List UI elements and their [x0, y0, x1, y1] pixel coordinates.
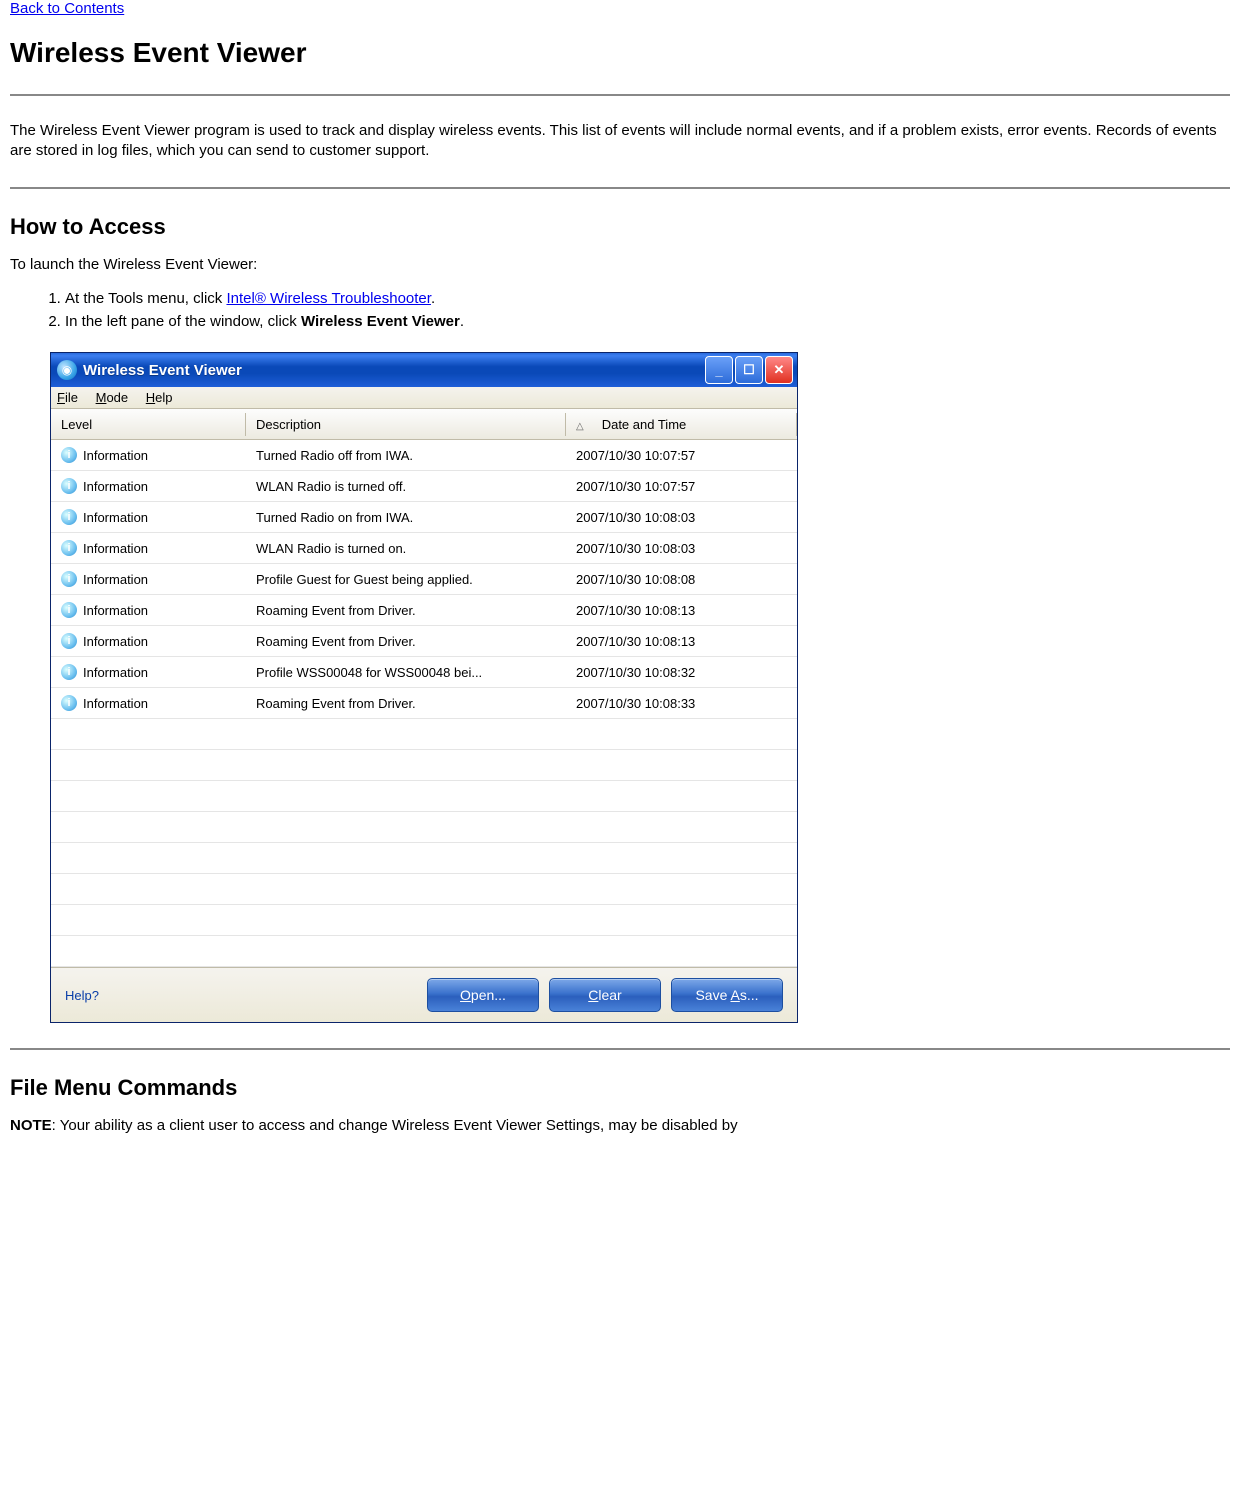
cell-description: Turned Radio on from IWA. [246, 510, 566, 525]
step-item: At the Tools menu, click Intel® Wireless… [65, 289, 1230, 309]
clear-button[interactable]: Clear [549, 978, 661, 1012]
table-row-empty [51, 781, 797, 812]
table-row-empty [51, 812, 797, 843]
info-icon: i [61, 447, 77, 463]
table-row-empty [51, 936, 797, 967]
maximize-button[interactable]: ☐ [735, 356, 763, 384]
note-text: : Your ability as a client user to acces… [52, 1117, 738, 1134]
table-row[interactable]: i Information Roaming Event from Driver.20… [51, 626, 797, 657]
divider [10, 1048, 1230, 1050]
divider [10, 94, 1230, 96]
cell-date: 2007/10/30 10:08:32 [566, 665, 797, 680]
info-icon: i [61, 664, 77, 680]
menubar: File Mode Help [51, 387, 797, 409]
table-row[interactable]: i Information Roaming Event from Driver.20… [51, 595, 797, 626]
cell-description: Profile Guest for Guest being applied. [246, 572, 566, 587]
cell-date: 2007/10/30 10:08:13 [566, 634, 797, 649]
event-viewer-window: ◉ Wireless Event Viewer _ ☐ ✕ File Mode … [50, 352, 798, 1023]
info-icon: i [61, 509, 77, 525]
col-level[interactable]: Level [51, 413, 246, 436]
cell-level: Information [83, 541, 148, 556]
col-date-label: Date and Time [602, 417, 687, 432]
window-footer: Help? Open... Clear Save As... [51, 967, 797, 1022]
saveas-button[interactable]: Save As... [671, 978, 783, 1012]
troubleshooter-link[interactable]: Intel® Wireless Troubleshooter [226, 290, 430, 307]
cell-description: Roaming Event from Driver. [246, 696, 566, 711]
help-link[interactable]: Help? [65, 988, 99, 1003]
app-icon: ◉ [57, 360, 77, 380]
cell-level: Information [83, 572, 148, 587]
cell-description: WLAN Radio is turned on. [246, 541, 566, 556]
back-to-contents-link[interactable]: Back to Contents [10, 0, 124, 17]
minimize-button[interactable]: _ [705, 356, 733, 384]
table-row[interactable]: i Information Turned Radio on from IWA.200… [51, 502, 797, 533]
step-bold: Wireless Event Viewer [301, 313, 460, 330]
cell-date: 2007/10/30 10:08:03 [566, 541, 797, 556]
titlebar: ◉ Wireless Event Viewer _ ☐ ✕ [51, 353, 797, 387]
cell-description: WLAN Radio is turned off. [246, 479, 566, 494]
col-date[interactable]: △ Date and Time [566, 413, 797, 436]
window-title: Wireless Event Viewer [83, 362, 705, 379]
cell-description: Profile WSS00048 for WSS00048 bei... [246, 665, 566, 680]
cell-date: 2007/10/30 10:08:33 [566, 696, 797, 711]
info-icon: i [61, 602, 77, 618]
cell-date: 2007/10/30 10:07:57 [566, 448, 797, 463]
step-text: . [431, 290, 435, 307]
table-row[interactable]: i Information Profile Guest for Guest bein… [51, 564, 797, 595]
cell-level: Information [83, 510, 148, 525]
cell-date: 2007/10/30 10:07:57 [566, 479, 797, 494]
info-icon: i [61, 633, 77, 649]
table-row[interactable]: i Information WLAN Radio is turned off.200… [51, 471, 797, 502]
step-text: . [460, 313, 464, 330]
cell-date: 2007/10/30 10:08:03 [566, 510, 797, 525]
page-title: Wireless Event Viewer [10, 37, 1230, 69]
grid-header-row: Level Description △ Date and Time [51, 409, 797, 440]
how-to-lead: To launch the Wireless Event Viewer: [10, 255, 1230, 275]
intro-paragraph: The Wireless Event Viewer program is use… [10, 121, 1230, 162]
table-row-empty [51, 750, 797, 781]
menu-file[interactable]: File [57, 390, 78, 405]
file-menu-note: NOTE: Your ability as a client user to a… [10, 1116, 1230, 1136]
info-icon: i [61, 478, 77, 494]
cell-description: Turned Radio off from IWA. [246, 448, 566, 463]
table-row[interactable]: i Information Profile WSS00048 for WSS0004… [51, 657, 797, 688]
event-grid: Level Description △ Date and Time i Inform… [51, 409, 797, 967]
open-button[interactable]: Open... [427, 978, 539, 1012]
menu-mode[interactable]: Mode [96, 390, 129, 405]
step-item: In the left pane of the window, click Wi… [65, 312, 1230, 332]
table-row[interactable]: i Information Turned Radio off from IWA.20… [51, 440, 797, 471]
step-text: At the Tools menu, click [65, 290, 226, 307]
cell-level: Information [83, 634, 148, 649]
cell-date: 2007/10/30 10:08:13 [566, 603, 797, 618]
col-description[interactable]: Description [246, 413, 566, 436]
info-icon: i [61, 540, 77, 556]
table-row-empty [51, 874, 797, 905]
cell-level: Information [83, 448, 148, 463]
close-button[interactable]: ✕ [765, 356, 793, 384]
how-to-access-heading: How to Access [10, 214, 1230, 240]
note-label: NOTE [10, 1117, 52, 1134]
cell-level: Information [83, 665, 148, 680]
file-menu-heading: File Menu Commands [10, 1075, 1230, 1101]
table-row[interactable]: i Information Roaming Event from Driver.20… [51, 688, 797, 719]
cell-description: Roaming Event from Driver. [246, 634, 566, 649]
info-icon: i [61, 571, 77, 587]
divider [10, 187, 1230, 189]
cell-level: Information [83, 479, 148, 494]
menu-help[interactable]: Help [146, 390, 173, 405]
step-text: In the left pane of the window, click [65, 313, 301, 330]
table-row-empty [51, 905, 797, 936]
cell-description: Roaming Event from Driver. [246, 603, 566, 618]
cell-date: 2007/10/30 10:08:08 [566, 572, 797, 587]
cell-level: Information [83, 696, 148, 711]
sort-asc-icon: △ [576, 421, 584, 432]
info-icon: i [61, 695, 77, 711]
table-row[interactable]: i Information WLAN Radio is turned on.2007… [51, 533, 797, 564]
table-row-empty [51, 719, 797, 750]
table-row-empty [51, 843, 797, 874]
cell-level: Information [83, 603, 148, 618]
